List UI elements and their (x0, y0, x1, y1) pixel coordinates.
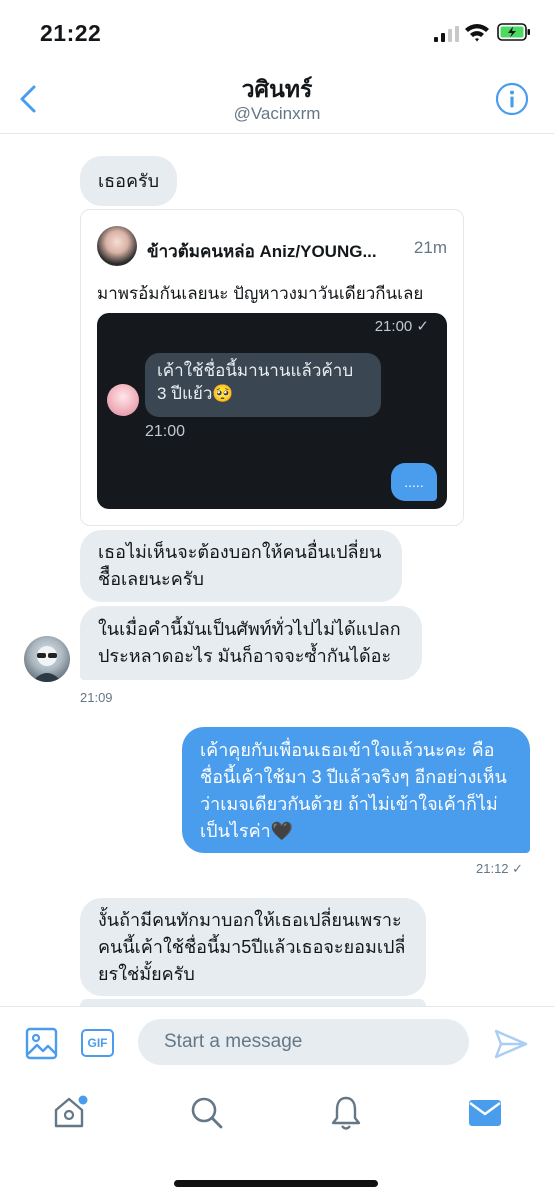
quoted-tweet-card[interactable]: ข้าวต้มคนหล่อ Aniz/YOUNG... 21m มาพรอ้มก… (80, 209, 464, 526)
quoted-tweet-image[interactable]: 21:00 ✓ เค้าใช้ชื่อนี้มานานแล้วค้าบ 3 ปี… (97, 313, 447, 509)
status-time: 21:22 (40, 20, 102, 46)
conversation-name[interactable]: วศินทร์ (0, 72, 554, 108)
search-icon[interactable] (190, 1096, 224, 1130)
message-bubble-incoming[interactable]: งั้นถ้ามีคนทักมาบอกให้เธอเปลี่ยนเพราะ คน… (80, 898, 426, 996)
home-indicator[interactable] (174, 1180, 378, 1187)
message-bubble-incoming[interactable]: เธอไม่เห็นจะต้องบอกให้คนอื่นเปลี่ยน ชืือ… (80, 530, 402, 602)
avatar-illustration (32, 646, 62, 682)
message-bubble-incoming-partial[interactable] (80, 999, 426, 1006)
info-icon[interactable] (495, 82, 529, 116)
image-chat-line: เค้าใช้ชื่อนี้มานานแล้วค้าบ (157, 361, 354, 380)
send-icon[interactable] (494, 1029, 528, 1059)
message-line: ในเมื่อคำนี้มันเป็นศัพท์ทั่วไปไม่ได้แปลก (98, 619, 401, 639)
cellular-signal-icon (434, 26, 459, 42)
message-line: ชื่อนี้เค้าใช้มา 3 ปีแล้วจริงๆ อีกอย่างเ… (200, 767, 507, 787)
tab-bar (0, 1076, 554, 1200)
message-timestamp: 21:09 (80, 690, 113, 705)
image-icon[interactable] (25, 1027, 58, 1060)
avatar (107, 384, 139, 416)
avatar[interactable] (24, 636, 70, 682)
battery-charging-icon (497, 23, 530, 41)
message-line: ชืือเลยนะครับ (98, 569, 204, 589)
image-chat-outgoing-bubble: ..... (391, 463, 437, 501)
message-text: เธอครับ (98, 171, 160, 191)
message-composer: GIF (0, 1006, 554, 1076)
message-timestamp: 21:12 ✓ (476, 861, 524, 876)
message-line: เป็นไรค่า🖤 (200, 821, 294, 841)
message-bubble-outgoing[interactable]: เค้าคุยกับเพื่อนเธอเข้าใจแล้วนะคะ คือ ชื… (182, 727, 530, 853)
quoted-tweet-time: 21m (413, 238, 447, 257)
home-icon[interactable] (52, 1094, 88, 1130)
message-line: งั้นถ้ามีคนทักมาบอกให้เธอเปลี่ยนเพราะ (98, 910, 402, 930)
message-line: ประหลาดอะไร มันก็อาจจะซ้ำกันได้อะ (98, 646, 392, 666)
message-line: คนนี้เค้าใช้ชื่อนี้มา5ปีแล้วเธอจะยอมเปลี… (98, 937, 406, 957)
message-line: ว่าเมจเดียวกันด้วย ถ้าไม่เข้าใจเค้าก็ไม่ (200, 794, 498, 814)
message-input[interactable] (138, 1019, 469, 1065)
message-bubble-incoming[interactable]: ในเมื่อคำนี้มันเป็นศัพท์ทั่วไปไม่ได้แปลก… (80, 606, 422, 680)
message-line: เค้าคุยกับเพื่อนเธอเข้าใจแล้วนะคะ คือ (200, 740, 495, 760)
quoted-tweet-text: มาพรอ้มกันเลยนะ ปัญหาวงมาวันเดียวกีนเลย (97, 284, 424, 303)
wifi-icon (465, 24, 489, 42)
conversation-handle: @Vacinxrm (233, 104, 321, 123)
notifications-icon[interactable] (330, 1095, 362, 1131)
image-chat-bubble: เค้าใช้ชื่อนี้มานานแล้วค้าบ 3 ปีแย้ว🥺 (145, 353, 381, 417)
quoted-tweet-author: ข้าวต้มคนหล่อ Aniz/YOUNG... (147, 242, 377, 261)
messages-icon[interactable] (468, 1098, 502, 1128)
message-bubble-incoming[interactable]: เธอครับ (80, 156, 178, 206)
image-chat-stamp: 21:00 (145, 423, 186, 440)
message-line: เธอไม่เห็นจะต้องบอกให้คนอื่นเปลี่ยน (98, 542, 382, 562)
message-line: ยรใช่มั้ยครับ (98, 964, 195, 984)
status-bar: 21:22 (0, 0, 554, 64)
avatar (97, 226, 137, 266)
image-chat-time: 21:00 ✓ (374, 318, 429, 335)
image-chat-line: 3 ปีแย้ว🥺 (157, 384, 234, 403)
conversation-header: วศินทร์ @Vacinxrm (0, 64, 554, 134)
gif-button[interactable]: GIF (81, 1029, 114, 1057)
